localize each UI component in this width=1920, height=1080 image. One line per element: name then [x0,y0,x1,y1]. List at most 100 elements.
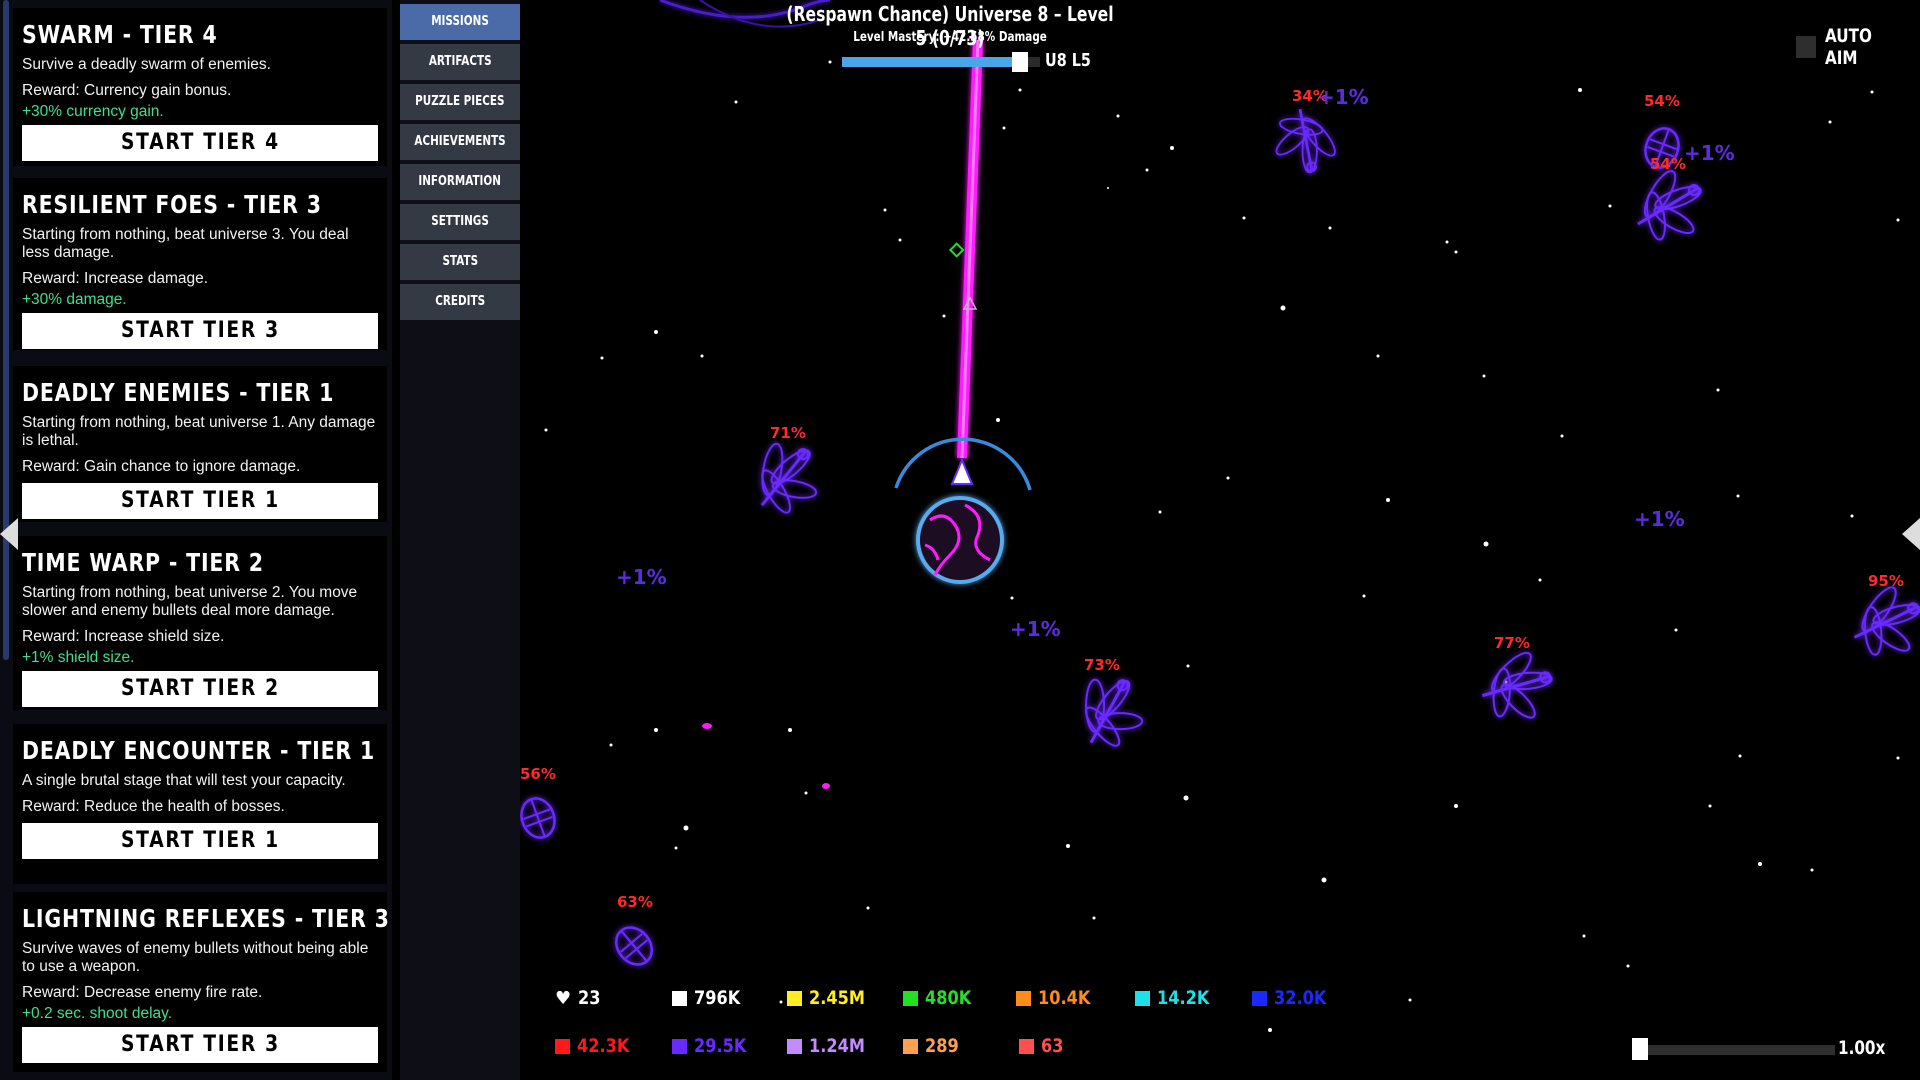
resource-value: 796K [694,987,741,1009]
resource-value: 23 [578,987,601,1009]
laser-beam-core [960,39,980,459]
start-tier-button[interactable]: START TIER 2 [22,671,378,707]
floating-bonus-label: +1% [1684,141,1735,165]
resource-counter: 32.0K [1252,987,1336,1009]
mission-reward: Reward: Decrease enemy fire rate. [22,984,263,1001]
mission-title: SWARM - TIER 4 [22,20,218,49]
mission-reward: Reward: Gain chance to ignore damage. [22,458,301,475]
enemy-dragonfly [1061,659,1158,759]
resource-value: 32.0K [1274,987,1327,1009]
mission-title: TIME WARP - TIER 2 [22,548,264,577]
mission-title: DEADLY ENCOUNTER - TIER 1 [22,736,376,765]
enemy-beetle [520,792,562,844]
nav-information-button[interactable]: INFORMATION [400,164,520,200]
currency-square-icon [555,1038,570,1054]
floating-bonus-label: +1% [1318,85,1369,109]
enemy-health-label: 73% [1084,656,1120,674]
enemies [520,102,1920,973]
mission-title: RESILIENT FOES - TIER 3 [22,190,322,219]
floating-bonus-label: +1% [1010,617,1061,641]
enemy-beetle [607,919,661,973]
game-speed-handle[interactable] [1632,1038,1648,1060]
game-speed-slider[interactable] [1640,1045,1835,1055]
mission-card: DEADLY ENCOUNTER - TIER 1 A single bruta… [13,724,387,884]
mission-bonus: +0.2 sec. shoot delay. [22,1005,173,1022]
nav-artifacts-button[interactable]: ARTIFACTS [400,44,520,80]
resource-counter: 63 [1019,1035,1067,1057]
nav-achievements-button[interactable]: ACHIEVEMENTS [400,124,520,160]
mastery-progress-marker [1012,52,1029,72]
mission-description: Survive waves of enemy bullets without b… [22,940,369,975]
resource-counter: 14.2K [1135,987,1219,1009]
start-tier-button[interactable]: START TIER 4 [22,125,378,161]
enemy-health-label: 54% [1650,155,1686,173]
mastery-progress-bar [842,52,1040,72]
enemy-health-label: 56% [520,765,556,783]
nav-stats-button[interactable]: STATS [400,244,520,280]
mission-bonus: +30% currency gain. [22,103,164,120]
resource-value: 14.2K [1157,987,1210,1009]
resource-value: 63 [1041,1035,1064,1057]
enemy-dragonfly [1476,639,1562,731]
mission-description: A single brutal stage that will test you… [22,772,346,789]
expand-right-arrow-icon[interactable] [1902,518,1920,550]
nav-credits-button[interactable]: CREDITS [400,284,520,320]
projectile [702,723,712,729]
resource-value: 1.24M [809,1035,865,1057]
currency-square-icon [903,990,918,1006]
resource-value: 42.3K [577,1035,630,1057]
resource-counter: 1.24M [787,1035,875,1057]
mission-description: Starting from nothing, beat universe 1. … [22,414,376,449]
mission-bonus: +1% shield size. [22,649,135,666]
mission-card: TIME WARP - TIER 2 Starting from nothing… [13,536,387,710]
resource-counter: 289 [903,1035,965,1057]
resource-value: 289 [925,1035,959,1057]
level-mastery: Level Mastery: +42.58% Damage [853,30,1047,45]
start-tier-button[interactable]: START TIER 3 [22,1027,378,1063]
mission-bonus: +30% damage. [22,291,127,308]
currency-square-icon [1252,990,1267,1006]
resource-value: 2.45M [809,987,865,1009]
start-tier-button[interactable]: START TIER 1 [22,483,378,519]
enemy-dragonfly [1636,165,1705,243]
mission-card: RESILIENT FOES - TIER 3 Starting from no… [13,178,387,350]
floating-bonus-label: +1% [616,565,667,589]
start-tier-button[interactable]: START TIER 1 [22,823,378,859]
auto-aim-toggle[interactable]: AUTO AIM [1796,25,1920,69]
start-tier-button[interactable]: START TIER 3 [22,313,378,349]
mastery-progress-fill [842,57,1021,67]
game-speed-label: 1.00x [1838,1037,1886,1059]
mission-description: Starting from nothing, beat universe 2. … [22,584,358,619]
mission-reward: Reward: Increase shield size. [22,628,225,645]
floating-bonus-label: +1% [1634,507,1685,531]
mission-scrollbar[interactable] [3,0,9,660]
auto-aim-checkbox[interactable] [1796,36,1816,58]
heart-icon: ♥ [555,987,572,1009]
resource-counter: 10.4K [1016,987,1100,1009]
projectile [822,783,830,789]
nav-puzzle-pieces-button[interactable]: PUZZLE PIECES [400,84,520,120]
currency-square-icon [903,1038,918,1054]
resource-counter: 42.3K [555,1035,639,1057]
resource-counter: 29.5K [672,1035,756,1057]
resource-value: 10.4K [1038,987,1091,1009]
currency-square-icon [672,1038,687,1054]
currency-square-icon [787,990,802,1006]
resource-counter: 796K [672,987,748,1009]
resource-counter: 480K [903,987,979,1009]
resource-value: 480K [925,987,972,1009]
enemy-health-label: 54% [1644,92,1680,110]
mission-panel[interactable]: SWARM - TIER 4 Survive a deadly swarm of… [0,0,392,1080]
resource-value: 29.5K [694,1035,747,1057]
enemy-health-label: 95% [1868,572,1904,590]
enemy-fish [1264,102,1350,184]
mission-title: DEADLY ENEMIES - TIER 1 [22,378,335,407]
mission-description: Survive a deadly swarm of enemies. [22,56,271,73]
currency-square-icon [672,990,687,1006]
nav-missions-button[interactable]: MISSIONS [400,4,520,40]
mission-title: LIGHTNING REFLEXES - TIER 3 [22,904,390,933]
currency-square-icon [1019,1038,1034,1054]
nav-settings-button[interactable]: SETTINGS [400,204,520,240]
collapse-left-arrow-icon[interactable] [0,518,18,550]
enemy-health-label: 77% [1494,634,1530,652]
